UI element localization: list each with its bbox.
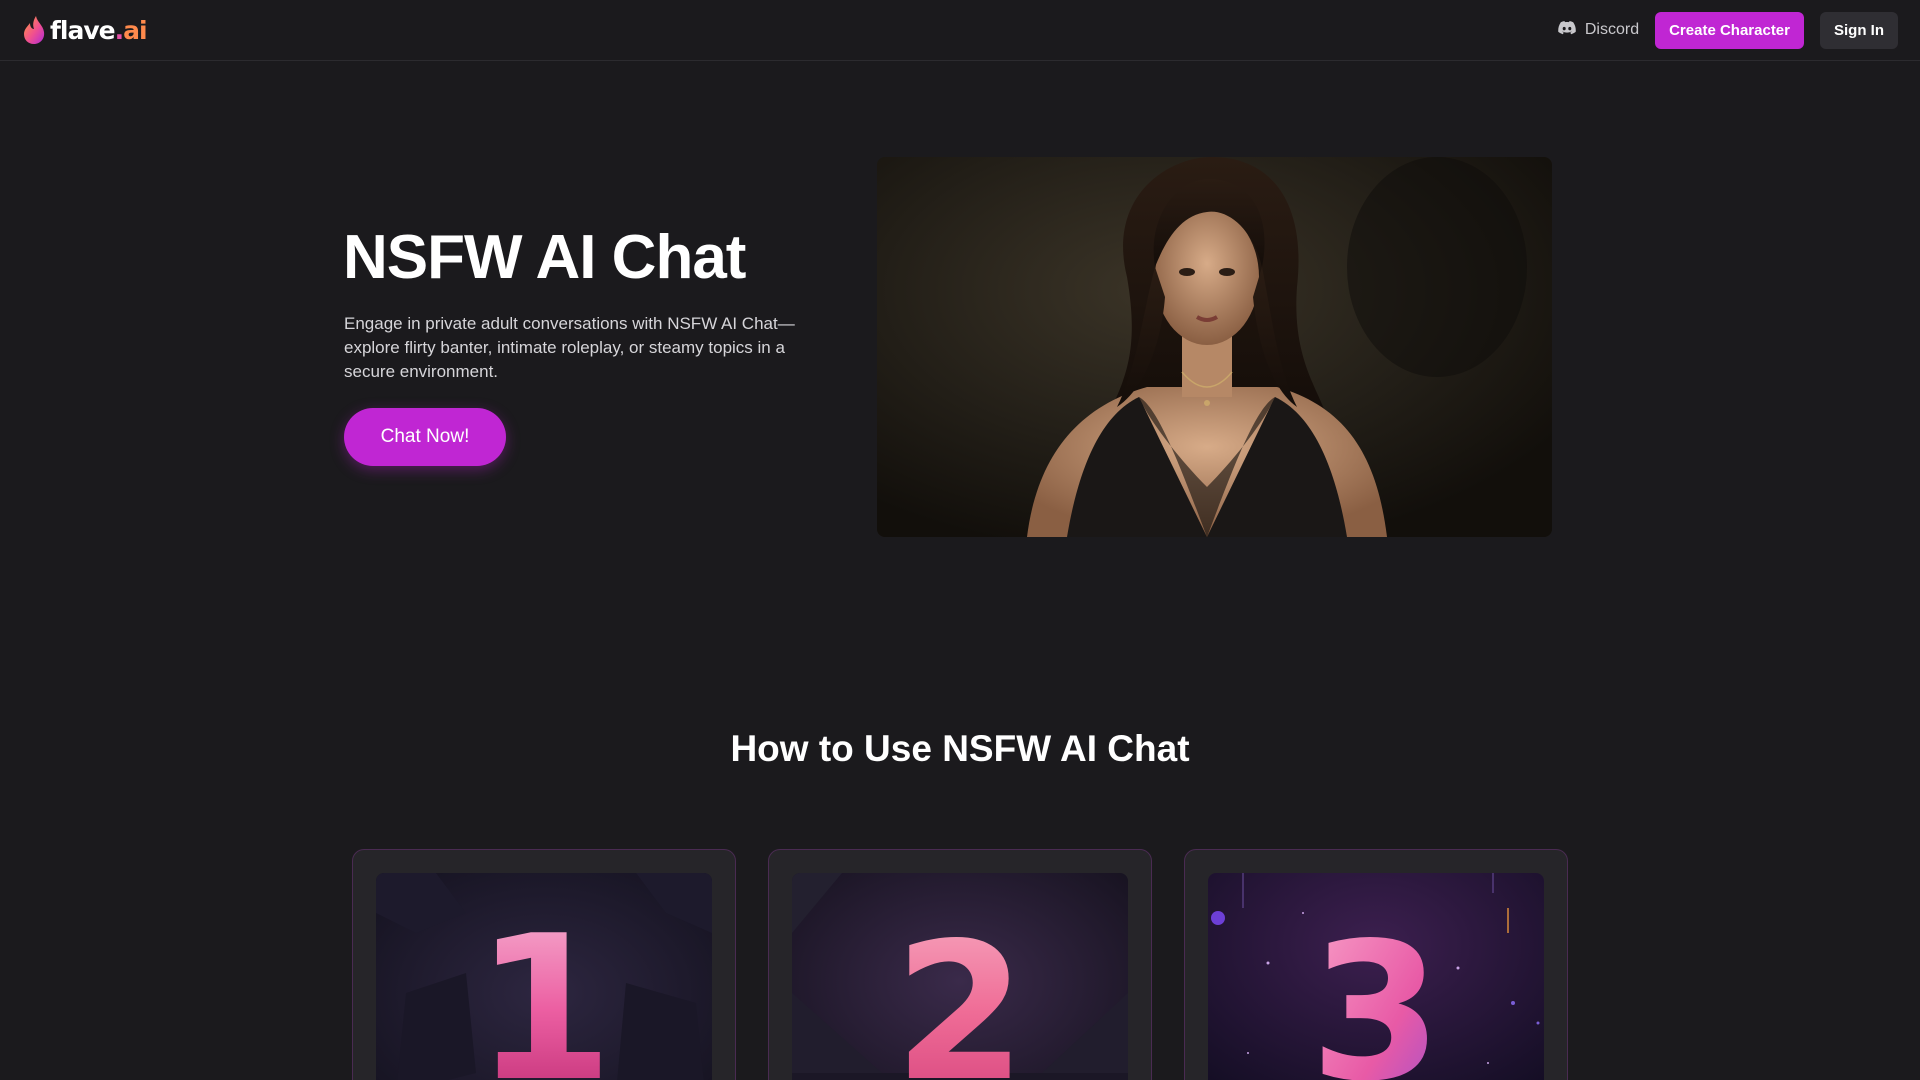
discord-link[interactable]: Discord [1558, 20, 1640, 40]
brand-name: flave.ai [50, 15, 148, 45]
step-3-number: 3 [1310, 902, 1442, 1080]
step-1-image: 1 [376, 873, 712, 1080]
top-navbar: flave.ai Discord Create Character Sign I… [0, 0, 1920, 61]
step-3-image: 3 [1208, 873, 1544, 1080]
step-2-image: 2 [792, 873, 1128, 1080]
hero-title: NSFW AI Chat [343, 223, 746, 292]
chat-now-button[interactable]: Chat Now! [344, 408, 506, 466]
step-2-number: 2 [894, 902, 1026, 1080]
sign-in-button[interactable]: Sign In [1820, 11, 1898, 49]
step-1-number: 1 [474, 893, 613, 1080]
hero-portrait-image [877, 157, 1552, 537]
discord-label: Discord [1584, 21, 1640, 38]
step-card-3: 3 [1184, 849, 1568, 1080]
brand-logo[interactable]: flave.ai [22, 15, 148, 45]
hero-description: Engage in private adult conversations wi… [344, 314, 795, 381]
step-card-1: 1 [352, 849, 736, 1080]
flame-icon [22, 15, 48, 45]
step-card-2: 2 [768, 849, 1152, 1080]
how-to-section-title: How to Use NSFW AI Chat [730, 728, 1190, 769]
discord-icon [1558, 20, 1576, 40]
create-character-button[interactable]: Create Character [1655, 11, 1804, 49]
navbar-actions: Discord Create Character Sign In [1558, 11, 1898, 49]
